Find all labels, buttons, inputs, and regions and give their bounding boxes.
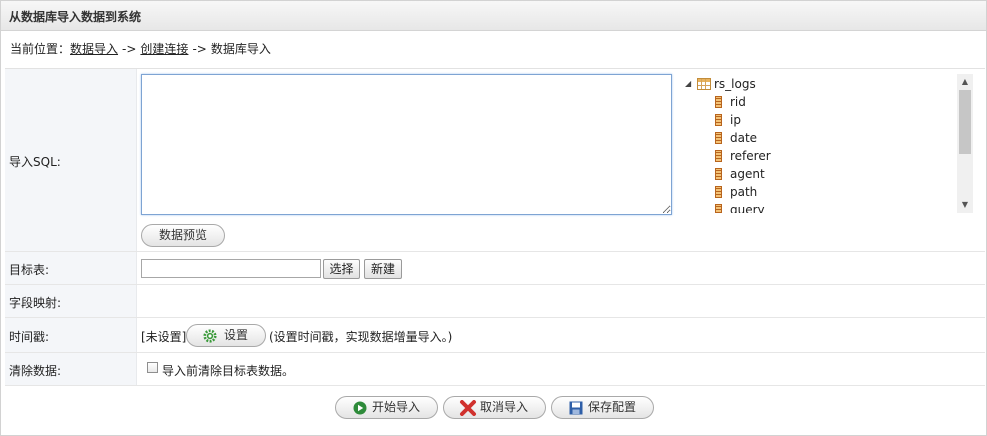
scroll-thumb[interactable]	[959, 90, 971, 154]
cancel-import-button[interactable]: 取消导入	[443, 396, 546, 419]
timestamp-cell: [未设置] 设置 (设置时间戳，实现数据增量导入。)	[137, 318, 985, 352]
play-icon	[353, 401, 367, 415]
target-label: 目标表:	[9, 263, 50, 277]
set-timestamp-label: 设置	[224, 328, 249, 342]
scroll-down-icon[interactable]: ▼	[957, 197, 973, 213]
target-cell: 选择 新建	[137, 252, 985, 284]
tree-column-name: ip	[730, 113, 741, 127]
table-tree: ◢ rs_logs rid ip date referer agent path…	[685, 73, 977, 213]
target-table-input[interactable]	[141, 259, 321, 278]
tree-expand-icon[interactable]: ◢	[685, 75, 695, 93]
tree-column-name: path	[730, 185, 758, 199]
tree-column-name: agent	[730, 167, 765, 181]
tree-node-column[interactable]: query	[685, 201, 885, 213]
column-icon	[715, 168, 722, 180]
sql-label: 导入SQL:	[9, 155, 61, 169]
tree-column-name: query	[730, 203, 765, 213]
panel-title: 从数据库导入数据到系统	[9, 10, 142, 24]
target-label-cell: 目标表:	[5, 252, 137, 284]
timestamp-status: [未设置]	[141, 330, 187, 344]
tree-node-table[interactable]: ◢ rs_logs	[685, 75, 885, 93]
breadcrumb: 当前位置：数据导入 -> 创建连接 -> 数据库导入	[10, 40, 271, 57]
row-timestamp: 时间戳: [未设置] 设置 (设置时间戳，实现数据增量导入。)	[5, 318, 985, 353]
clear-label: 清除数据:	[9, 364, 62, 378]
tree-node-column[interactable]: agent	[685, 165, 885, 183]
save-config-label: 保存配置	[588, 400, 637, 414]
tree-column-name: referer	[730, 149, 771, 163]
breadcrumb-item-db-import: 数据库导入	[210, 42, 271, 56]
cancel-import-label: 取消导入	[480, 400, 529, 414]
sql-textarea[interactable]	[141, 74, 672, 215]
breadcrumb-prefix: 当前位置：	[10, 42, 71, 56]
sql-cell: 数据预览 ◢ rs_logs rid ip date referer agent…	[137, 69, 985, 251]
breadcrumb-separator: ->	[122, 42, 137, 56]
start-import-label: 开始导入	[372, 400, 421, 414]
column-icon	[715, 204, 722, 213]
cancel-icon	[460, 400, 476, 416]
row-target: 目标表: 选择 新建	[5, 252, 985, 285]
data-preview-button[interactable]: 数据预览	[141, 224, 225, 247]
tree-node-column[interactable]: referer	[685, 147, 885, 165]
clear-cell: 导入前清除目标表数据。	[137, 353, 985, 385]
save-icon	[569, 401, 583, 415]
gear-icon	[203, 329, 217, 343]
breadcrumb-separator: ->	[192, 42, 207, 56]
timestamp-label-cell: 时间戳:	[5, 318, 137, 352]
tree-node-column[interactable]: date	[685, 129, 885, 147]
table-icon	[697, 78, 711, 90]
scroll-up-icon[interactable]: ▲	[957, 74, 973, 90]
tree-column-name: date	[730, 131, 758, 145]
timestamp-hint: (设置时间戳，实现数据增量导入。)	[269, 330, 453, 344]
tree-table-name: rs_logs	[714, 77, 756, 91]
row-mapping: 字段映射:	[5, 285, 985, 318]
select-table-button[interactable]: 选择	[323, 259, 360, 279]
row-sql: 导入SQL: 数据预览 ◢ rs_logs rid ip date refere…	[5, 69, 985, 252]
column-icon	[715, 132, 722, 144]
mapping-cell	[137, 285, 985, 317]
tree-node-column[interactable]: rid	[685, 93, 885, 111]
column-icon	[715, 186, 722, 198]
tree-node-column[interactable]: ip	[685, 111, 885, 129]
breadcrumb-item-create-connection[interactable]: 创建连接	[140, 42, 188, 56]
set-timestamp-button[interactable]: 设置	[186, 324, 266, 347]
panel-header: 从数据库导入数据到系统	[1, 1, 986, 31]
clear-data-checkbox-label[interactable]: 导入前清除目标表数据。	[162, 362, 294, 379]
mapping-label-cell: 字段映射:	[5, 285, 137, 317]
tree-scrollbar[interactable]: ▲ ▼	[957, 74, 973, 213]
row-clear: 清除数据: 导入前清除目标表数据。	[5, 353, 985, 386]
breadcrumb-item-data-import[interactable]: 数据导入	[70, 42, 118, 56]
clear-data-checkbox[interactable]	[147, 362, 158, 373]
column-icon	[715, 114, 722, 126]
column-icon	[715, 96, 722, 108]
save-config-button[interactable]: 保存配置	[551, 396, 654, 419]
start-import-button[interactable]: 开始导入	[335, 396, 438, 419]
tree-column-name: rid	[730, 95, 746, 109]
clear-label-cell: 清除数据:	[5, 353, 137, 385]
tree-node-column[interactable]: path	[685, 183, 885, 201]
import-form: 导入SQL: 数据预览 ◢ rs_logs rid ip date refere…	[5, 68, 985, 386]
column-icon	[715, 150, 722, 162]
sql-label-cell: 导入SQL:	[5, 69, 137, 251]
new-table-button[interactable]: 新建	[364, 259, 402, 279]
mapping-label: 字段映射:	[9, 296, 62, 310]
timestamp-label: 时间戳:	[9, 330, 50, 344]
